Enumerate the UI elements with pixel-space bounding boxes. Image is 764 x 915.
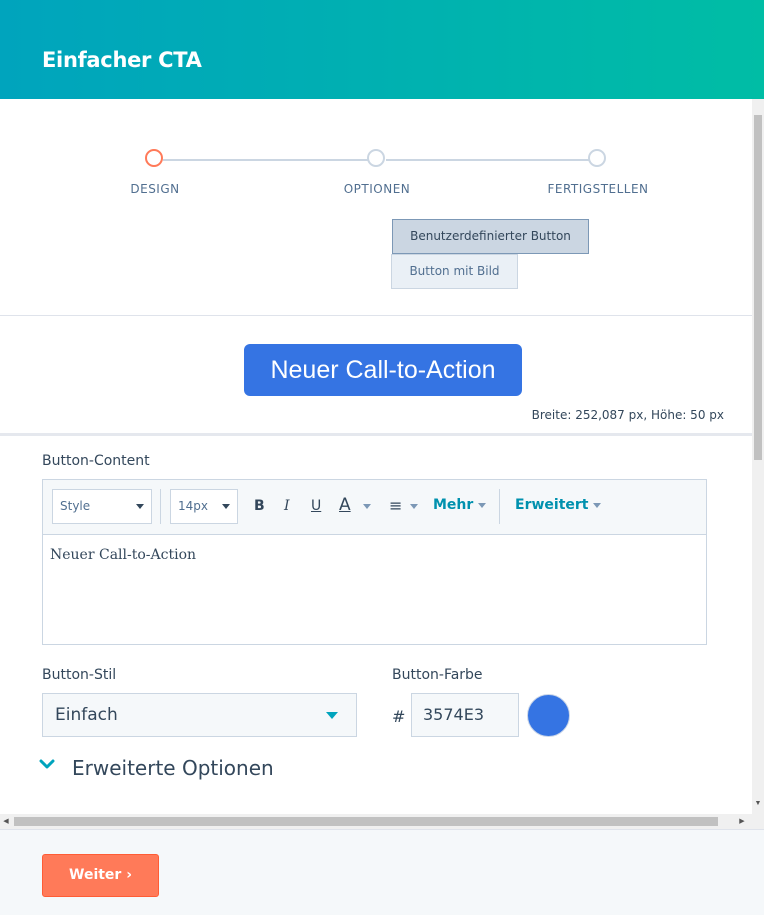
vertical-scroll-thumb[interactable] bbox=[754, 115, 762, 460]
align-icon[interactable]: ≡ bbox=[389, 496, 402, 515]
scroll-down-arrow-icon[interactable]: ▼ bbox=[752, 798, 764, 810]
chevron-down-icon bbox=[593, 502, 602, 508]
chevron-down-icon bbox=[478, 502, 487, 508]
button-color-label: Button-Farbe bbox=[392, 667, 483, 683]
editor-content[interactable]: Neuer Call-to-Action bbox=[50, 547, 196, 563]
step-connector bbox=[163, 159, 376, 161]
scroll-left-arrow-icon[interactable]: ◀ bbox=[0, 814, 12, 829]
rich-text-editor[interactable]: Style 14px B I U A ≡ Mehr Erweitert Neue… bbox=[42, 479, 707, 645]
step-label-options: OPTIONEN bbox=[343, 182, 411, 196]
hash-prefix: # bbox=[392, 707, 406, 726]
chevron-down-icon bbox=[136, 504, 144, 509]
font-size-dropdown[interactable]: 14px bbox=[170, 489, 238, 524]
step-dot-finish[interactable] bbox=[588, 149, 606, 167]
style-dropdown-value: Style bbox=[60, 499, 91, 513]
bold-icon[interactable]: B bbox=[254, 498, 265, 514]
vertical-scrollbar[interactable]: ▼ bbox=[752, 99, 764, 814]
advanced-menu[interactable]: Erweitert bbox=[515, 497, 602, 513]
button-style-select[interactable]: Einfach bbox=[42, 693, 357, 737]
image-button-option[interactable]: Button mit Bild bbox=[391, 254, 518, 289]
toolbar-separator bbox=[160, 489, 161, 524]
style-dropdown[interactable]: Style bbox=[52, 489, 152, 524]
chevron-down-icon[interactable] bbox=[410, 504, 418, 509]
cta-preview-button[interactable]: Neuer Call-to-Action bbox=[244, 344, 522, 396]
step-label-design: DESIGN bbox=[130, 182, 180, 196]
scrollbar-corner bbox=[752, 814, 764, 829]
chevron-down-icon[interactable] bbox=[363, 504, 371, 509]
underline-icon[interactable]: U bbox=[311, 498, 321, 514]
modal-footer: Weiter › bbox=[0, 829, 764, 915]
next-button[interactable]: Weiter › bbox=[42, 854, 159, 897]
custom-button-option[interactable]: Benutzerdefinierter Button bbox=[392, 219, 589, 254]
button-style-value: Einfach bbox=[55, 705, 118, 725]
chevron-right-icon: › bbox=[126, 867, 132, 883]
scroll-right-arrow-icon[interactable]: ▶ bbox=[736, 814, 748, 829]
horizontal-scroll-thumb[interactable] bbox=[14, 817, 718, 826]
color-swatch[interactable] bbox=[527, 694, 570, 737]
modal-title: Einfacher CTA bbox=[42, 48, 202, 72]
chevron-down-icon bbox=[39, 759, 55, 769]
chevron-down-icon bbox=[222, 504, 230, 509]
advanced-options-label: Erweiterte Optionen bbox=[72, 756, 274, 780]
step-label-finish: FERTIGSTELLEN bbox=[547, 182, 649, 196]
more-label: Mehr bbox=[433, 497, 474, 513]
next-button-label: Weiter bbox=[69, 867, 122, 883]
chevron-down-icon bbox=[326, 712, 338, 719]
step-dot-design[interactable] bbox=[145, 149, 163, 167]
horizontal-scrollbar[interactable]: ◀ ▶ bbox=[0, 814, 752, 829]
step-dot-options[interactable] bbox=[367, 149, 385, 167]
text-color-icon[interactable]: A bbox=[339, 495, 351, 515]
progress-stepper: DESIGN OPTIONEN FERTIGSTELLEN bbox=[0, 99, 752, 209]
step-connector bbox=[386, 159, 599, 161]
toolbar-separator bbox=[499, 489, 500, 524]
font-size-value: 14px bbox=[178, 499, 208, 513]
modal-header: Einfacher CTA bbox=[0, 0, 764, 99]
button-style-label: Button-Stil bbox=[42, 667, 117, 683]
color-hex-input[interactable]: 3574E3 bbox=[411, 693, 519, 737]
cta-dimensions: Breite: 252,087 px, Höhe: 50 px bbox=[531, 408, 724, 422]
advanced-label: Erweitert bbox=[515, 497, 589, 513]
modal-content[interactable]: DESIGN OPTIONEN FERTIGSTELLEN Benutzerde… bbox=[0, 99, 752, 814]
more-menu[interactable]: Mehr bbox=[433, 497, 487, 513]
button-content-label: Button-Content bbox=[42, 453, 150, 469]
section-divider bbox=[0, 315, 752, 316]
preview-divider bbox=[0, 433, 752, 436]
italic-icon[interactable]: I bbox=[284, 498, 290, 514]
editor-toolbar: Style 14px B I U A ≡ Mehr Erweitert bbox=[43, 480, 706, 535]
